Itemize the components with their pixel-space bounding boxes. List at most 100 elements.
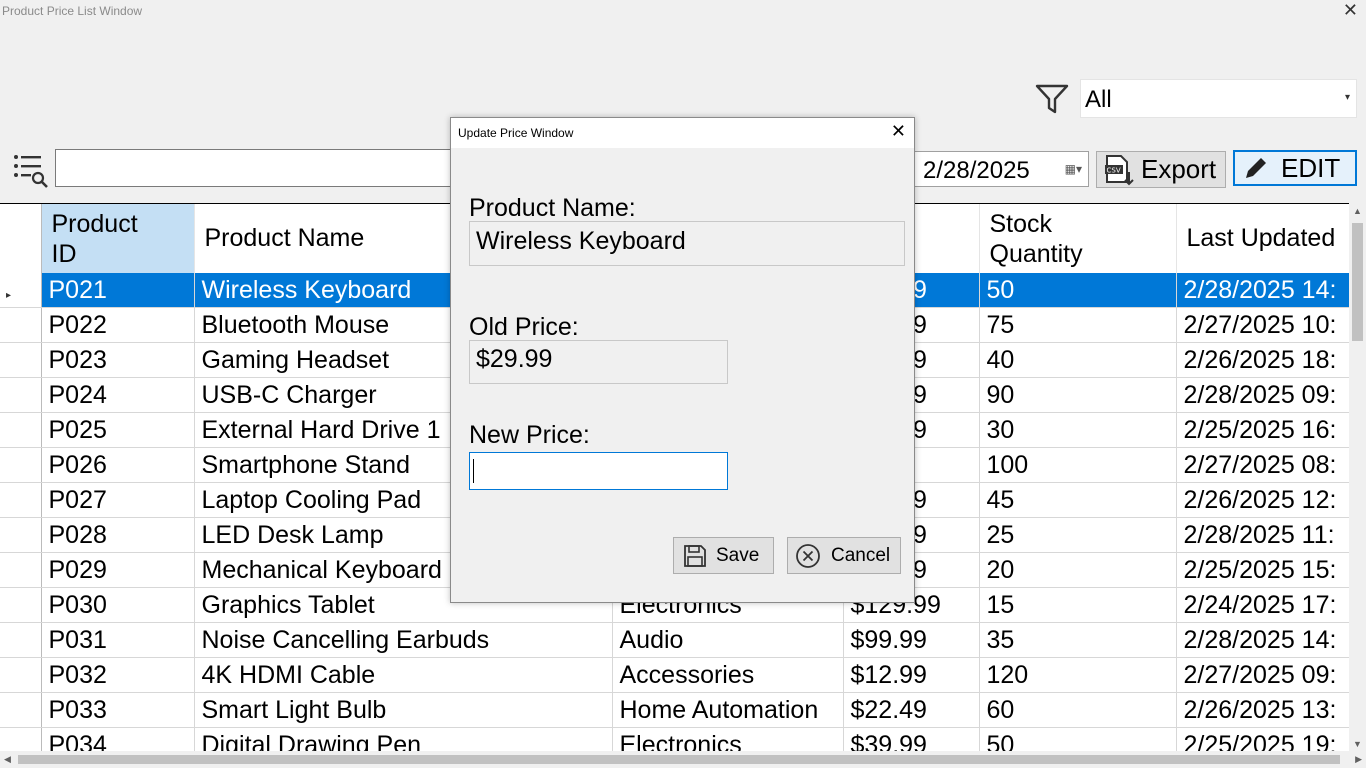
current-row-indicator-icon: ▸ xyxy=(6,289,12,301)
cell-price[interactable]: $99.99 xyxy=(843,622,980,658)
cell-last-updated[interactable]: 2/26/2025 18: xyxy=(1176,342,1353,378)
dialog-title-bar: Update Price Window ✕ xyxy=(451,118,914,148)
cell-product-id[interactable]: P027 xyxy=(41,482,195,518)
cancel-button-label: Cancel xyxy=(831,544,891,566)
cell-stock-quantity[interactable]: 25 xyxy=(979,517,1177,553)
cell-stock-quantity[interactable]: 15 xyxy=(979,587,1177,623)
cell-product-id[interactable]: P028 xyxy=(41,517,195,553)
column-header-last-updated[interactable]: Last Updated xyxy=(1176,204,1353,273)
export-button[interactable]: CSV Export xyxy=(1096,151,1226,188)
date-picker[interactable]: 2/28/2025 ▦▾ xyxy=(913,151,1089,187)
cell-last-updated[interactable]: 2/28/2025 14: xyxy=(1176,622,1353,658)
cell-product-id[interactable]: P023 xyxy=(41,342,195,378)
horizontal-scroll-thumb[interactable] xyxy=(18,755,1340,764)
calendar-icon[interactable]: ▦▾ xyxy=(1065,162,1082,176)
table-row[interactable]: P033 Smart Light Bulb Home Automation $22.4… xyxy=(0,692,1353,728)
cell-product-id[interactable]: P026 xyxy=(41,447,195,483)
edit-button[interactable]: EDIT xyxy=(1233,150,1357,186)
list-search-icon[interactable] xyxy=(12,152,50,188)
cell-stock-quantity[interactable]: 90 xyxy=(979,377,1177,413)
scroll-left-icon[interactable]: ◀ xyxy=(4,754,11,765)
cell-product-id[interactable]: P022 xyxy=(41,307,195,343)
cell-product-id[interactable]: P029 xyxy=(41,552,195,588)
cell-stock-quantity[interactable]: 20 xyxy=(979,552,1177,588)
scroll-up-icon[interactable]: ▲ xyxy=(1353,206,1362,216)
cell-product-id[interactable]: P021 xyxy=(41,273,195,308)
column-header-product-id[interactable]: Product ID xyxy=(41,204,195,273)
filter-combobox[interactable]: All ▾ xyxy=(1080,79,1357,118)
row-header[interactable] xyxy=(0,307,42,343)
save-disk-icon xyxy=(684,544,706,567)
cell-product-name[interactable]: 4K HDMI Cable xyxy=(194,657,613,693)
cell-last-updated[interactable]: 2/28/2025 14: xyxy=(1176,273,1353,308)
cell-last-updated[interactable]: 2/24/2025 17: xyxy=(1176,587,1353,623)
scroll-down-icon[interactable]: ▼ xyxy=(1353,739,1362,749)
cell-stock-quantity[interactable]: 50 xyxy=(979,273,1177,308)
cell-product-name[interactable]: Noise Cancelling Earbuds xyxy=(194,622,613,658)
new-price-label: New Price: xyxy=(469,421,590,449)
table-row[interactable]: P031 Noise Cancelling Earbuds Audio $99.99 3… xyxy=(0,622,1353,658)
cell-category[interactable]: Audio xyxy=(612,622,844,658)
row-header[interactable] xyxy=(0,377,42,413)
cell-stock-quantity[interactable]: 45 xyxy=(979,482,1177,518)
column-header-stock-quantity[interactable]: Stock Quantity xyxy=(979,204,1177,273)
pencil-icon xyxy=(1246,158,1266,178)
cell-last-updated[interactable]: 2/28/2025 11: xyxy=(1176,517,1353,553)
cell-price[interactable]: $12.99 xyxy=(843,657,980,693)
save-button-label: Save xyxy=(716,544,760,566)
cell-last-updated[interactable]: 2/25/2025 15: xyxy=(1176,552,1353,588)
chevron-down-icon: ▾ xyxy=(1344,92,1350,103)
cell-stock-quantity[interactable]: 100 xyxy=(979,447,1177,483)
row-header[interactable] xyxy=(0,692,42,728)
cell-stock-quantity[interactable]: 75 xyxy=(979,307,1177,343)
vertical-scroll-thumb[interactable] xyxy=(1352,223,1363,341)
dialog-close-button[interactable]: ✕ xyxy=(891,121,906,142)
row-header[interactable] xyxy=(0,657,42,693)
horizontal-scrollbar[interactable]: ◀ ▶ xyxy=(0,751,1366,768)
row-header[interactable] xyxy=(0,587,42,623)
cell-last-updated[interactable]: 2/25/2025 16: xyxy=(1176,412,1353,448)
dialog-title: Update Price Window xyxy=(458,126,574,140)
row-header[interactable] xyxy=(0,447,42,483)
cancel-circle-icon xyxy=(796,543,820,568)
filter-icon xyxy=(1035,84,1069,114)
cell-product-id[interactable]: P032 xyxy=(41,657,195,693)
row-header[interactable] xyxy=(0,482,42,518)
cell-last-updated[interactable]: 2/26/2025 12: xyxy=(1176,482,1353,518)
cell-product-id[interactable]: P031 xyxy=(41,622,195,658)
row-header[interactable]: ▸ xyxy=(0,273,42,308)
vertical-scrollbar[interactable]: ▲ ▼ xyxy=(1349,203,1366,751)
row-header[interactable] xyxy=(0,622,42,658)
cell-price[interactable]: $22.49 xyxy=(843,692,980,728)
cell-category[interactable]: Home Automation xyxy=(612,692,844,728)
table-row[interactable]: P032 4K HDMI Cable Accessories $12.99 120 2/2… xyxy=(0,657,1353,693)
cell-last-updated[interactable]: 2/27/2025 10: xyxy=(1176,307,1353,343)
cancel-button[interactable]: Cancel xyxy=(787,537,901,574)
cell-product-id[interactable]: P033 xyxy=(41,692,195,728)
cell-last-updated[interactable]: 2/28/2025 09: xyxy=(1176,377,1353,413)
row-header[interactable] xyxy=(0,412,42,448)
cell-last-updated[interactable]: 2/27/2025 09: xyxy=(1176,657,1353,693)
cell-product-id[interactable]: P030 xyxy=(41,587,195,623)
row-header[interactable] xyxy=(0,342,42,378)
cell-category[interactable]: Accessories xyxy=(612,657,844,693)
cell-product-id[interactable]: P025 xyxy=(41,412,195,448)
cell-stock-quantity[interactable]: 120 xyxy=(979,657,1177,693)
window-close-button[interactable]: ✕ xyxy=(1343,0,1358,21)
update-price-dialog: Update Price Window ✕ Product Name: Wire… xyxy=(450,117,915,603)
cell-last-updated[interactable]: 2/27/2025 08: xyxy=(1176,447,1353,483)
cell-stock-quantity[interactable]: 40 xyxy=(979,342,1177,378)
save-button[interactable]: Save xyxy=(673,537,774,574)
cell-stock-quantity[interactable]: 30 xyxy=(979,412,1177,448)
cell-product-id[interactable]: P024 xyxy=(41,377,195,413)
cell-last-updated[interactable]: 2/26/2025 13: xyxy=(1176,692,1353,728)
new-price-input[interactable] xyxy=(469,452,728,490)
scroll-right-icon[interactable]: ▶ xyxy=(1355,754,1362,765)
cell-stock-quantity[interactable]: 60 xyxy=(979,692,1177,728)
row-header[interactable] xyxy=(0,552,42,588)
row-header[interactable] xyxy=(0,517,42,553)
search-input[interactable] xyxy=(55,149,455,187)
cell-stock-quantity[interactable]: 35 xyxy=(979,622,1177,658)
cell-product-name[interactable]: Smart Light Bulb xyxy=(194,692,613,728)
edit-button-label: EDIT xyxy=(1281,152,1341,183)
